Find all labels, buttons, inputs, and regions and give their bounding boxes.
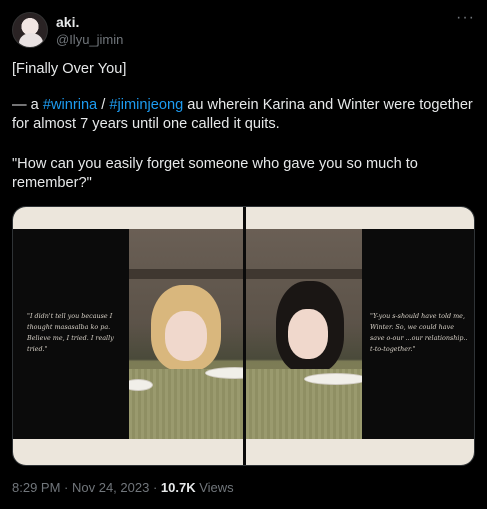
tweet-meta: 8:29 PM · Nov 24, 2023 · 10.7K Views <box>12 480 234 495</box>
separator-dot: · <box>60 480 72 495</box>
paper-edge-top <box>246 207 474 231</box>
photo-scene-left <box>129 229 243 439</box>
paper-edge-bottom <box>246 439 474 465</box>
views-label: Views <box>195 480 234 495</box>
tweet-date[interactable]: Nov 24, 2023 <box>72 480 149 495</box>
hashtag-winrina-link[interactable]: #winrina <box>43 97 97 113</box>
media-panel-right: "Y-you s-should have told me, Winter. So… <box>246 207 474 465</box>
hashtag-jiminjeong-link[interactable]: #jiminjeong <box>109 97 183 113</box>
text-fragment: — a <box>12 97 43 113</box>
text-fragment: / <box>97 97 110 113</box>
plate <box>304 373 362 385</box>
shelf <box>129 269 243 279</box>
tweet-line-title: [Finally Over You] <box>12 61 127 77</box>
tweet-time[interactable]: 8:29 PM <box>12 480 60 495</box>
avatar[interactable] <box>12 12 48 48</box>
photo-scene-right <box>246 229 362 439</box>
display-name[interactable]: aki. <box>56 14 79 30</box>
shelf <box>246 269 362 279</box>
paper-edge-top <box>13 207 243 231</box>
right-quote-text: "Y-you s-should have told me, Winter. So… <box>370 312 468 353</box>
person-face <box>288 309 328 359</box>
separator-dot: · <box>149 480 161 495</box>
more-options-icon[interactable]: ··· <box>456 10 475 26</box>
media-image[interactable]: "I didn't tell you because I thought mas… <box>12 206 475 466</box>
views-count[interactable]: 10.7K <box>161 480 196 495</box>
paper-edge-bottom <box>13 439 243 465</box>
tweet-header: aki. @Ilyu_jimin ··· <box>12 10 475 48</box>
left-quote-text: "I didn't tell you because I thought mas… <box>27 312 114 353</box>
person-face <box>165 311 207 361</box>
tweet-line-description: — a #winrina / #jiminjeong au wherein Ka… <box>12 96 482 134</box>
user-handle[interactable]: @Ilyu_jimin <box>56 32 123 47</box>
media-panel-left: "I didn't tell you because I thought mas… <box>13 207 243 465</box>
tweet-line-quote: "How can you easily forget someone who g… <box>12 156 418 191</box>
